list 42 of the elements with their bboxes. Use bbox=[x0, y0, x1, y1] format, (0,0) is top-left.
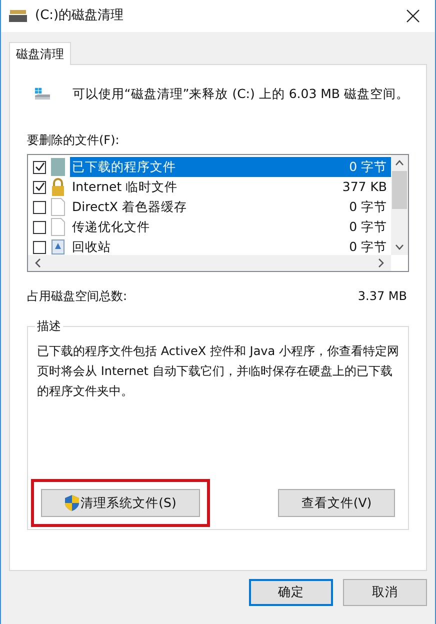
dialog-button[interactable]: 确定 bbox=[249, 579, 333, 606]
file-size: 377 KB bbox=[342, 178, 387, 196]
file-size: 0 字节 bbox=[349, 158, 387, 176]
action-button[interactable]: 清理系统文件(S) bbox=[41, 489, 200, 517]
total-value: 3.37 MB bbox=[358, 288, 407, 305]
window-title: (C:)的磁盘清理 bbox=[35, 7, 124, 26]
recycle-bin-icon bbox=[51, 239, 65, 255]
checkbox[interactable] bbox=[33, 240, 46, 254]
action-button[interactable]: 查看文件(V) bbox=[278, 489, 395, 517]
file-row[interactable]: Internet 临时文件 377 KB bbox=[33, 177, 391, 197]
summary-text: 可以使用“磁盘清理”来释放 (C:) 上的 6.03 MB 磁盘空间。 bbox=[72, 84, 409, 103]
document-icon bbox=[51, 198, 65, 216]
document-icon bbox=[51, 218, 65, 236]
checkbox[interactable] bbox=[33, 180, 46, 194]
checkbox[interactable] bbox=[33, 160, 46, 174]
file-size: 0 字节 bbox=[349, 198, 387, 216]
description-text: 已下载的程序文件包括 ActiveX 控件和 Java 小程序，你查看特定网页时将会从 Internet 自动下载它们，并临时保存在硬盘上的已下载的程序文件夹中。 bbox=[37, 343, 399, 400]
total-label: 占用磁盘空间总数: bbox=[27, 288, 128, 305]
description-title: 描述 bbox=[35, 318, 63, 334]
lock-icon bbox=[51, 178, 65, 196]
file-name: DirectX 着色器缓存 bbox=[72, 198, 187, 216]
tab[interactable]: 磁盘清理 bbox=[9, 42, 71, 65]
shield-icon bbox=[64, 495, 79, 511]
checkbox[interactable] bbox=[33, 220, 46, 234]
file-row[interactable]: 回收站 0 字节 bbox=[33, 237, 391, 257]
file-name: 已下载的程序文件 bbox=[72, 158, 176, 176]
horizontal-scrollbar[interactable] bbox=[28, 255, 391, 271]
vertical-scrollbar[interactable] bbox=[391, 155, 408, 255]
files-label: 要删除的文件(F): bbox=[27, 132, 120, 149]
close-icon bbox=[406, 9, 420, 23]
file-row[interactable]: DirectX 着色器缓存 0 字节 bbox=[33, 197, 391, 217]
file-size: 0 字节 bbox=[349, 238, 387, 256]
file-name: 回收站 bbox=[72, 238, 111, 256]
file-name: 传递优化文件 bbox=[72, 218, 150, 236]
folder-icon bbox=[51, 158, 65, 176]
file-row[interactable]: 传递优化文件 0 字节 bbox=[33, 217, 391, 237]
drive-icon bbox=[9, 10, 27, 22]
dialog-button[interactable]: 取消 bbox=[343, 579, 427, 606]
file-name: Internet 临时文件 bbox=[72, 178, 178, 196]
file-size: 0 字节 bbox=[349, 218, 387, 236]
checkbox[interactable] bbox=[33, 200, 46, 214]
scrollbar-thumb[interactable] bbox=[392, 171, 407, 209]
